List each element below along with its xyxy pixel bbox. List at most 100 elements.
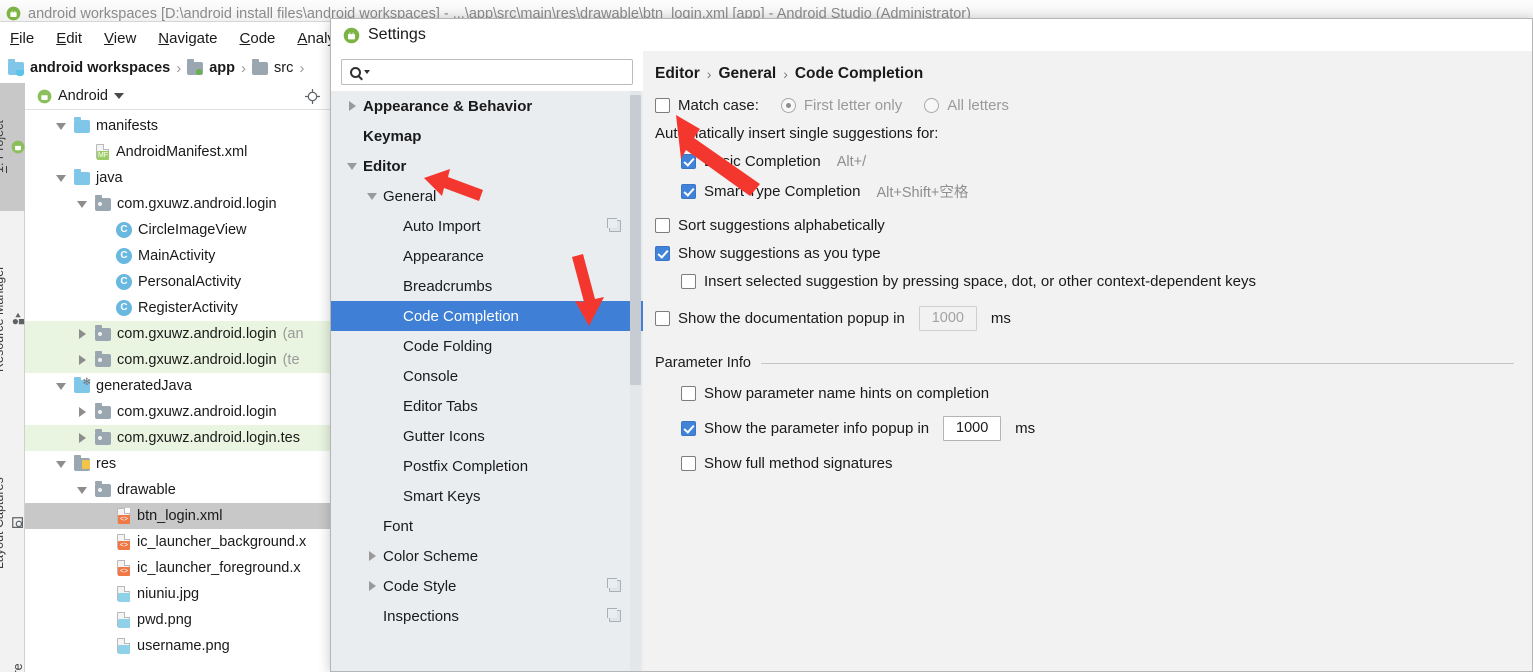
toolwindow-button-structure[interactable]: 7: Structure [0, 631, 25, 672]
sort-alphabetically-row: Sort suggestions alphabetically [655, 217, 1514, 234]
settings-tree-item-editor-tabs[interactable]: Editor Tabs [331, 391, 643, 421]
settings-tree-item-breadcrumbs[interactable]: Breadcrumbs [331, 271, 643, 301]
settings-tree-scrollbar-thumb[interactable] [630, 95, 641, 385]
settings-tree-item-code-completion[interactable]: Code Completion [331, 301, 643, 331]
project-tree-row[interactable]: <> btn_login.xml [25, 503, 330, 529]
parameter-info-popup-delay-input[interactable]: 1000 [943, 416, 1002, 441]
copy-settings-icon[interactable] [607, 578, 621, 592]
project-tree-row[interactable]: C RegisterActivity [25, 295, 330, 321]
match-case-checkbox[interactable] [655, 98, 670, 113]
settings-tree-item-appearance[interactable]: Appearance [331, 241, 643, 271]
tree-expand-icon[interactable] [75, 197, 89, 211]
project-tree-row[interactable]: niuniu.jpg [25, 581, 330, 607]
settings-tree-item-gutter-icons[interactable]: Gutter Icons [331, 421, 643, 451]
settings-tree-item-inspections[interactable]: Inspections [331, 601, 643, 631]
tree-expand-icon[interactable] [54, 171, 68, 185]
tree-collapse-icon[interactable] [75, 327, 89, 341]
all-letters-radio[interactable] [924, 98, 940, 113]
project-tree-row[interactable]: C CircleImageView [25, 217, 330, 243]
project-tree-row[interactable]: username.png [25, 633, 330, 659]
settings-tree-item-smart-keys[interactable]: Smart Keys [331, 481, 643, 511]
settings-dialog-title: Settings [368, 26, 426, 43]
tree-expand-icon[interactable] [54, 457, 68, 471]
tree-collapse-icon[interactable] [361, 581, 383, 591]
settings-tree-item-color-scheme[interactable]: Color Scheme [331, 541, 643, 571]
show-suggestions-checkbox[interactable] [655, 246, 670, 261]
first-letter-only-radio[interactable] [780, 98, 796, 113]
settings-tree-item-appearance-behavior[interactable]: Appearance & Behavior [331, 91, 643, 121]
sort-alphabetically-checkbox[interactable] [655, 218, 670, 233]
tree-collapse-icon[interactable] [75, 431, 89, 445]
settings-tree-item-editor[interactable]: Editor [331, 151, 643, 181]
menu-file[interactable]: File [10, 30, 34, 47]
settings-tree-item-font[interactable]: Font [331, 511, 643, 541]
project-tree-row[interactable]: com.gxuwz.android.login [25, 191, 330, 217]
caret-down-icon[interactable] [364, 70, 370, 74]
settings-tree-item-keymap[interactable]: Keymap [331, 121, 643, 151]
settings-tree-item-code-folding[interactable]: Code Folding [331, 331, 643, 361]
tree-expand-icon[interactable] [54, 119, 68, 133]
tree-collapse-icon[interactable] [361, 551, 383, 561]
project-tree-row[interactable]: C MainActivity [25, 243, 330, 269]
project-panel-header[interactable]: Android [25, 83, 330, 110]
parameter-info-popup-checkbox[interactable] [681, 421, 696, 436]
breadcrumb-editor[interactable]: Editor [655, 65, 700, 83]
tree-expand-icon[interactable] [341, 162, 363, 170]
tree-collapse-icon[interactable] [341, 101, 363, 111]
copy-settings-icon[interactable] [607, 218, 621, 232]
settings-search-box[interactable] [341, 59, 633, 85]
settings-tree-item-general[interactable]: General [331, 181, 643, 211]
toolwindow-button-project[interactable]: 1: Project [0, 83, 25, 211]
documentation-popup-delay-input[interactable]: 1000 [918, 306, 977, 331]
menu-view[interactable]: View [104, 30, 136, 47]
settings-tree-item-code-style[interactable]: Code Style [331, 571, 643, 601]
navbar-item-src[interactable]: src [252, 58, 293, 76]
tree-expand-icon[interactable] [54, 379, 68, 393]
menu-edit[interactable]: Edit [56, 30, 82, 47]
project-tree-row[interactable]: com.gxuwz.android.login (te [25, 347, 330, 373]
smart-type-completion-checkbox[interactable] [681, 184, 696, 199]
parameter-name-hints-checkbox[interactable] [681, 386, 696, 401]
settings-tree-item-label: Font [383, 517, 414, 535]
project-tree-row[interactable]: MF AndroidManifest.xml [25, 139, 330, 165]
project-tree-row[interactable]: manifests [25, 113, 330, 139]
project-tree-row[interactable]: <> ic_launcher_background.x [25, 529, 330, 555]
chevron-down-icon[interactable] [113, 93, 124, 99]
settings-tree-item-console[interactable]: Console [331, 361, 643, 391]
navbar-item-project[interactable]: android workspaces [8, 58, 170, 76]
project-tree-row[interactable]: drawable [25, 477, 330, 503]
documentation-popup-checkbox[interactable] [655, 311, 670, 326]
basic-completion-checkbox[interactable] [681, 154, 696, 169]
project-tree-row[interactable]: com.gxuwz.android.login (an [25, 321, 330, 347]
project-tree-row[interactable]: pwd.png [25, 607, 330, 633]
tree-collapse-icon[interactable] [75, 353, 89, 367]
project-tree-row[interactable]: com.gxuwz.android.login [25, 399, 330, 425]
full-method-signatures-checkbox[interactable] [681, 456, 696, 471]
menu-navigate[interactable]: Navigate [158, 30, 217, 47]
copy-settings-icon[interactable] [607, 608, 621, 622]
project-tree-row[interactable]: java [25, 165, 330, 191]
menu-code[interactable]: Code [240, 30, 276, 47]
settings-tree-item-postfix-completion[interactable]: Postfix Completion [331, 451, 643, 481]
project-tree-row[interactable]: com.gxuwz.android.login.tes [25, 425, 330, 451]
project-file-tree[interactable]: manifests MF AndroidManifest.xml java com.gx… [25, 110, 330, 659]
project-tree-row[interactable]: <> ic_launcher_foreground.x [25, 555, 330, 581]
project-tree-row[interactable]: res [25, 451, 330, 477]
target-icon[interactable] [305, 88, 320, 104]
project-tree-row-suffix: (te [282, 352, 300, 368]
navbar-item-app[interactable]: app [187, 58, 235, 76]
settings-search-input[interactable] [373, 63, 624, 81]
toolwindow-button-resource-manager[interactable]: Resource Manager [0, 219, 25, 419]
manifest-file-icon: MF [95, 144, 110, 160]
breadcrumb-general[interactable]: General [718, 65, 776, 83]
toolwindow-button-layout-captures[interactable]: Layout Captures [0, 433, 25, 613]
tree-collapse-icon[interactable] [75, 405, 89, 419]
insert-selected-suggestion-checkbox[interactable] [681, 274, 696, 289]
project-tree-row[interactable]: C PersonalActivity [25, 269, 330, 295]
settings-category-tree[interactable]: Appearance & Behavior Keymap Editor General… [331, 91, 643, 671]
tree-expand-icon[interactable] [75, 483, 89, 497]
settings-tree-item-auto-import[interactable]: Auto Import [331, 211, 643, 241]
project-tree-row[interactable]: generatedJava [25, 373, 330, 399]
tree-expand-icon[interactable] [361, 192, 383, 200]
